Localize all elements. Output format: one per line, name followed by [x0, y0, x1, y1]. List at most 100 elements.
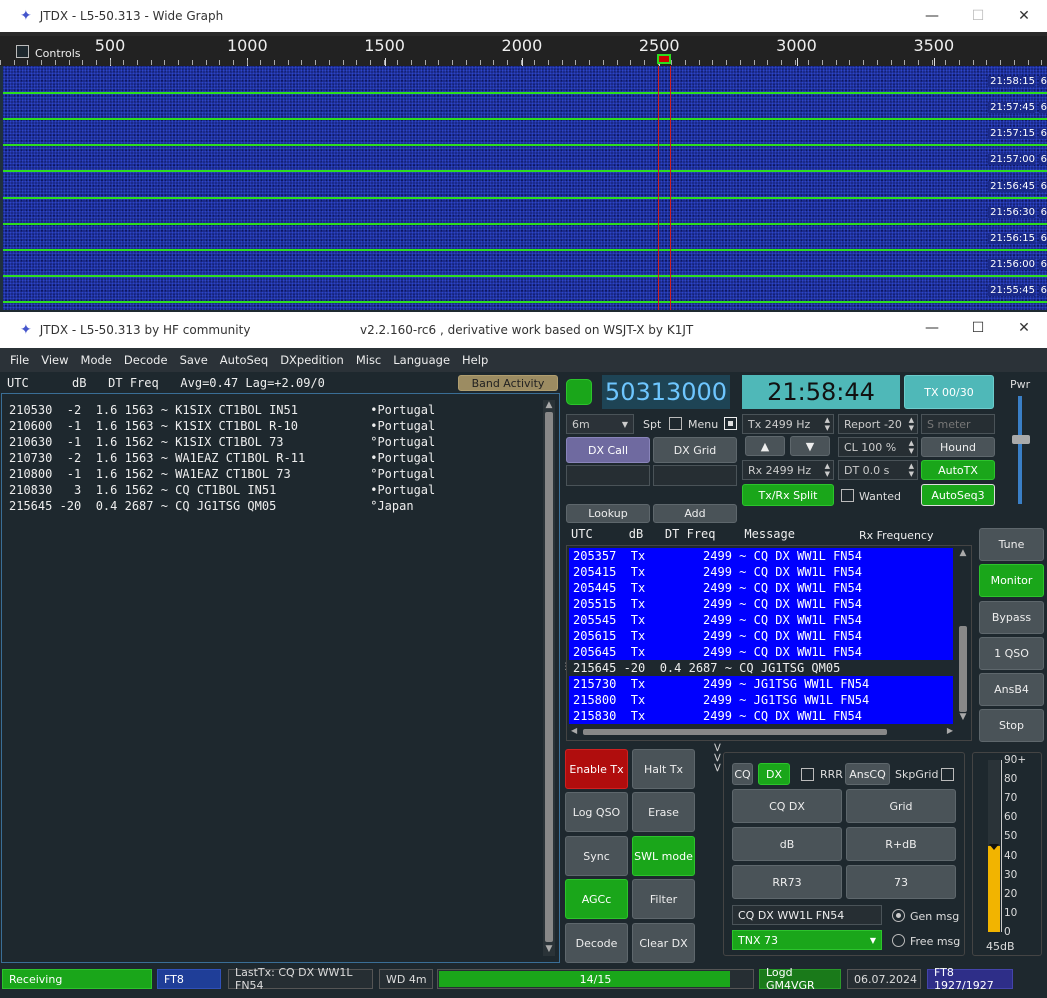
- tx-frequency-marker[interactable]: [657, 54, 671, 64]
- grid-button-filter[interactable]: Filter: [632, 879, 695, 919]
- band-activity-list[interactable]: 210530 -2 1.6 1563 ~ K1SIX CT1BOL IN51 •…: [1, 393, 560, 963]
- maximize-icon[interactable]: ☐: [955, 312, 1001, 344]
- side-button-ansb4[interactable]: AnsB4: [979, 673, 1044, 706]
- band-activity-button[interactable]: Band Activity: [458, 375, 558, 391]
- rx-frequency-list[interactable]: 205357 Tx 2499 ~ CQ DX WW1L FN54 205415 T…: [566, 545, 972, 741]
- grid-button-sync[interactable]: Sync: [565, 836, 628, 876]
- band-activity-row[interactable]: 210800 -1 1.6 1562 ~ WA1EAZ CT1BOL 73 °P…: [9, 466, 435, 482]
- gen-msg-field[interactable]: CQ DX WW1L FN54: [732, 905, 882, 925]
- rx-frequency-row[interactable]: 205545 Tx 2499 ~ CQ DX WW1L FN54: [569, 612, 953, 628]
- autotx-button[interactable]: AutoTX: [921, 460, 995, 480]
- side-button-tune[interactable]: Tune: [979, 528, 1044, 561]
- report-spinbox[interactable]: Report -20 ▲ ▼: [838, 414, 918, 434]
- rx-hscrollbar[interactable]: ◀ ▶: [569, 726, 955, 738]
- band-activity-row[interactable]: 215645 -20 0.4 2687 ~ CQ JG1TSG QM05 °Ja…: [9, 498, 435, 514]
- autoseq-button[interactable]: AutoSeq3: [921, 484, 995, 506]
- rx-frequency-row[interactable]: 215830 Tx 2499 ~ CQ DX WW1L FN54: [569, 708, 953, 724]
- band-select[interactable]: 6m ▼: [566, 414, 634, 434]
- arrow-down-button[interactable]: ▼: [790, 436, 830, 456]
- spt-checkbox[interactable]: [669, 416, 682, 430]
- rrr-checkbox[interactable]: [801, 767, 814, 781]
- hound-button[interactable]: Hound: [921, 437, 995, 457]
- menu-view[interactable]: View: [41, 353, 68, 367]
- grid-button-log-qso[interactable]: Log QSO: [565, 792, 628, 832]
- band-activity-row[interactable]: 210630 -1 1.6 1562 ~ K1SIX CT1BOL 73 °Po…: [9, 434, 435, 450]
- message-button-rr73[interactable]: RR73: [732, 865, 842, 899]
- menu-misc[interactable]: Misc: [356, 353, 381, 367]
- rx-frequency-row[interactable]: 205615 Tx 2499 ~ CQ DX WW1L FN54: [569, 628, 953, 644]
- grid-button-clear-dx[interactable]: Clear DX: [632, 923, 695, 963]
- grid-button-swl-mode[interactable]: SWL mode: [632, 836, 695, 876]
- wanted-checkbox[interactable]: [841, 488, 854, 502]
- dx-call-button[interactable]: DX Call: [566, 437, 650, 463]
- rx-frequency-row[interactable]: 215645 -20 0.4 2687 ~ CQ JG1TSG QM05: [569, 660, 953, 676]
- grid-button-decode[interactable]: Decode: [565, 923, 628, 963]
- menu-dxpedition[interactable]: DXpedition: [280, 353, 344, 367]
- menu-autoseq[interactable]: AutoSeq: [220, 353, 268, 367]
- menu-mode[interactable]: Mode: [81, 353, 112, 367]
- free-msg-radio[interactable]: [892, 933, 905, 947]
- controls-checkbox[interactable]: [16, 44, 29, 58]
- grid-button-erase[interactable]: Erase: [632, 792, 695, 832]
- add-button[interactable]: Add: [653, 504, 737, 523]
- tx-frequency-spinbox[interactable]: Tx 2499 Hz ▲ ▼: [742, 414, 834, 434]
- menu-file[interactable]: File: [10, 353, 29, 367]
- dx-button[interactable]: DX: [758, 763, 790, 785]
- grid-button-agcc[interactable]: AGCc: [565, 879, 628, 919]
- menu-decode[interactable]: Decode: [124, 353, 168, 367]
- minimize-icon[interactable]: —: [909, 0, 955, 32]
- message-button-grid[interactable]: Grid: [846, 789, 956, 823]
- rx-frequency-row[interactable]: 205445 Tx 2499 ~ CQ DX WW1L FN54: [569, 580, 953, 596]
- lookup-button[interactable]: Lookup: [566, 504, 650, 523]
- frequency-scale[interactable]: Controls 500 1000 1500 2000 2500 3000 3500: [0, 36, 1047, 66]
- menu-help[interactable]: Help: [462, 353, 488, 367]
- band-activity-row[interactable]: 210600 -1 1.6 1563 ~ K1SIX CT1BOL R-10 •…: [9, 418, 435, 434]
- maximize-icon[interactable]: ☐: [955, 0, 1001, 32]
- dx-grid-input[interactable]: [653, 465, 737, 486]
- side-button-stop[interactable]: Stop: [979, 709, 1044, 742]
- rx-frequency-row[interactable]: 205515 Tx 2499 ~ CQ DX WW1L FN54: [569, 596, 953, 612]
- close-icon[interactable]: ✕: [1001, 312, 1047, 344]
- side-button-bypass[interactable]: Bypass: [979, 601, 1044, 634]
- pwr-slider-track[interactable]: [1018, 396, 1022, 504]
- pwr-slider-handle[interactable]: [1012, 435, 1030, 444]
- dt-spinbox[interactable]: DT 0.0 s ▲ ▼: [838, 460, 918, 480]
- skpgrid-checkbox[interactable]: [941, 767, 954, 781]
- minimize-icon[interactable]: —: [909, 312, 955, 344]
- cq-button[interactable]: CQ: [732, 763, 753, 785]
- msg-arrows-icon[interactable]: >>>: [711, 742, 725, 772]
- dx-call-input[interactable]: [566, 465, 650, 486]
- menu-save[interactable]: Save: [180, 353, 208, 367]
- menu-language[interactable]: Language: [393, 353, 450, 367]
- band-activity-row[interactable]: 210530 -2 1.6 1563 ~ K1SIX CT1BOL IN51 •…: [9, 402, 435, 418]
- band-activity-row[interactable]: 210830 3 1.6 1562 ~ CQ CT1BOL IN51 •Port…: [9, 482, 435, 498]
- side-button-monitor[interactable]: Monitor: [979, 564, 1044, 597]
- rx-frequency-row[interactable]: 205357 Tx 2499 ~ CQ DX WW1L FN54: [569, 548, 953, 564]
- message-button-db[interactable]: dB: [732, 827, 842, 861]
- band-activity-row[interactable]: 210730 -2 1.6 1563 ~ WA1EAZ CT1BOL R-11 …: [9, 450, 435, 466]
- rx-frequency-spinbox[interactable]: Rx 2499 Hz ▲ ▼: [742, 460, 834, 480]
- free-msg-select[interactable]: TNX 73 ▼: [732, 930, 882, 950]
- menu-toggle-checkbox[interactable]: [724, 416, 737, 430]
- band-scrollbar[interactable]: ▲ ▼: [543, 400, 555, 956]
- anscq-button[interactable]: AnsCQ: [845, 763, 890, 785]
- rx-frequency-row[interactable]: 215800 Tx 2499 ~ JG1TSG WW1L FN54: [569, 692, 953, 708]
- rx-frequency-row[interactable]: 205415 Tx 2499 ~ CQ DX WW1L FN54: [569, 564, 953, 580]
- rx-scrollbar[interactable]: ▲ ▼: [957, 548, 969, 724]
- close-icon[interactable]: ✕: [1001, 0, 1047, 32]
- tx-rx-split-button[interactable]: Tx/Rx Split: [742, 484, 834, 506]
- rx-frequency-row[interactable]: 215730 Tx 2499 ~ JG1TSG WW1L FN54: [569, 676, 953, 692]
- grid-button-enable-tx[interactable]: Enable Tx: [565, 749, 628, 789]
- waterfall-display[interactable]: 21:58:15 6 21:57:45 6 21:57:15 6 21:57:00 6 21:5…: [3, 66, 1047, 310]
- grid-button-halt-tx[interactable]: Halt Tx: [632, 749, 695, 789]
- message-button-cq-dx[interactable]: CQ DX: [732, 789, 842, 823]
- dx-grid-button[interactable]: DX Grid: [653, 437, 737, 463]
- rx-frequency-row[interactable]: 205645 Tx 2499 ~ CQ DX WW1L FN54: [569, 644, 953, 660]
- cl-spinbox[interactable]: CL 100 % ▲ ▼: [838, 437, 918, 457]
- gen-msg-radio[interactable]: [892, 908, 905, 922]
- side-button-1-qso[interactable]: 1 QSO: [979, 637, 1044, 670]
- tx-counter-button[interactable]: TX 00/30: [904, 375, 994, 409]
- message-button-73[interactable]: 73: [846, 865, 956, 899]
- arrow-up-button[interactable]: ▲: [745, 436, 785, 456]
- message-button-r-db[interactable]: R+dB: [846, 827, 956, 861]
